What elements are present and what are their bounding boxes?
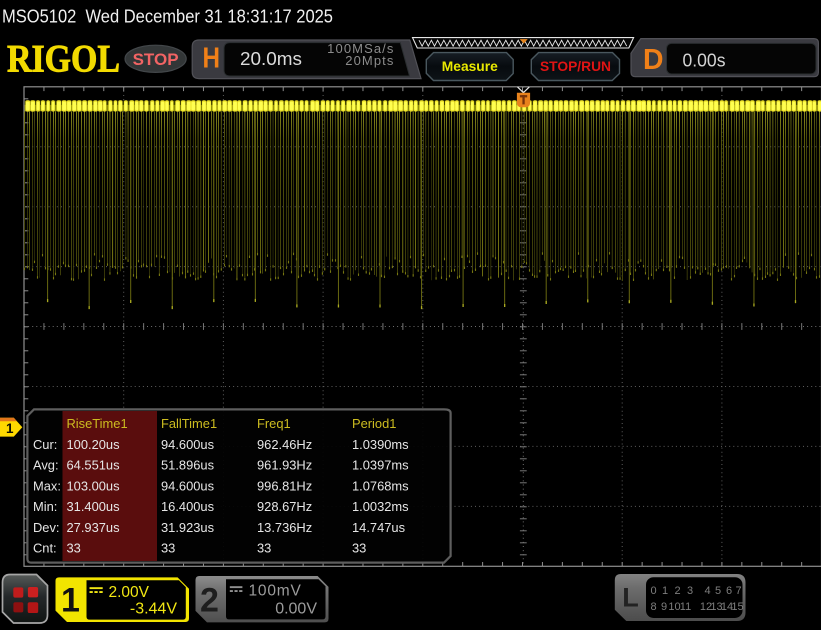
svg-text:STOP: STOP (133, 50, 179, 69)
svg-text:1.0032ms: 1.0032ms (352, 499, 409, 514)
svg-text:33: 33 (67, 541, 81, 556)
svg-text:14.747us: 14.747us (352, 520, 405, 535)
svg-text:4: 4 (704, 585, 710, 597)
svg-text:RiseTime1: RiseTime1 (67, 416, 128, 431)
svg-text:1.0390ms: 1.0390ms (352, 437, 409, 452)
svg-text:L: L (622, 583, 639, 613)
svg-text:11: 11 (680, 601, 691, 613)
svg-text:100mV: 100mV (249, 583, 302, 600)
svg-text:1.0768ms: 1.0768ms (352, 478, 409, 493)
svg-text:9: 9 (661, 601, 667, 613)
svg-text:Dev:: Dev: (33, 520, 60, 535)
svg-text:2.00V: 2.00V (109, 584, 150, 601)
svg-text:31.923us: 31.923us (161, 520, 214, 535)
svg-text:94.600us: 94.600us (161, 437, 214, 452)
svg-text:Avg:: Avg: (33, 458, 59, 473)
svg-text:928.67Hz: 928.67Hz (257, 499, 312, 514)
svg-text:Cur:: Cur: (33, 437, 57, 452)
svg-text:Cnt:: Cnt: (33, 541, 57, 556)
svg-text:1: 1 (61, 582, 80, 620)
svg-text:2: 2 (674, 585, 680, 597)
svg-text:51.896us: 51.896us (161, 458, 214, 473)
svg-text:Period1: Period1 (352, 416, 396, 431)
svg-text:Min:: Min: (33, 499, 57, 514)
svg-text:STOP/RUN: STOP/RUN (540, 59, 611, 74)
svg-text:996.81Hz: 996.81Hz (257, 478, 312, 493)
svg-text:0.00s: 0.00s (683, 49, 726, 70)
svg-text:RIGOL: RIGOL (7, 36, 120, 80)
svg-text:94.600us: 94.600us (161, 478, 214, 493)
svg-text:1: 1 (662, 585, 668, 597)
svg-text:H: H (203, 42, 221, 74)
svg-text:7: 7 (735, 585, 741, 597)
svg-text:31.400us: 31.400us (67, 499, 120, 514)
svg-text:10: 10 (668, 601, 680, 613)
svg-text:20.0ms: 20.0ms (240, 48, 302, 69)
svg-text:FallTime1: FallTime1 (161, 416, 217, 431)
svg-text:2: 2 (200, 582, 219, 620)
svg-text:0.00V: 0.00V (275, 600, 317, 617)
svg-text:15: 15 (731, 601, 743, 613)
svg-text:8: 8 (650, 601, 656, 613)
svg-text:33: 33 (257, 541, 271, 556)
svg-text:20Mpts: 20Mpts (345, 53, 394, 68)
svg-text:-3.44V: -3.44V (130, 600, 177, 617)
svg-text:33: 33 (352, 541, 366, 556)
svg-text:Max:: Max: (33, 478, 61, 493)
svg-text:1.0397ms: 1.0397ms (352, 458, 409, 473)
svg-text:Freq1: Freq1 (257, 416, 291, 431)
svg-text:27.937us: 27.937us (67, 520, 120, 535)
svg-text:64.551us: 64.551us (67, 458, 120, 473)
svg-text:5: 5 (715, 585, 721, 597)
svg-text:1: 1 (6, 421, 14, 436)
svg-text:103.00us: 103.00us (67, 478, 120, 493)
svg-text:MSO5102 Wed December 31 18:31: MSO5102 Wed December 31 18:31:17 2025 (2, 7, 333, 27)
svg-text:13.736Hz: 13.736Hz (257, 520, 312, 535)
svg-text:33: 33 (161, 541, 175, 556)
svg-text:100.20us: 100.20us (67, 437, 120, 452)
svg-text:961.93Hz: 961.93Hz (257, 458, 312, 473)
svg-text:962.46Hz: 962.46Hz (257, 437, 312, 452)
svg-text:D: D (643, 44, 664, 76)
svg-text:3: 3 (687, 585, 693, 597)
svg-text:0: 0 (650, 585, 656, 597)
svg-text:Measure: Measure (442, 59, 498, 74)
svg-text:16.400us: 16.400us (161, 499, 214, 514)
svg-text:6: 6 (726, 585, 732, 597)
